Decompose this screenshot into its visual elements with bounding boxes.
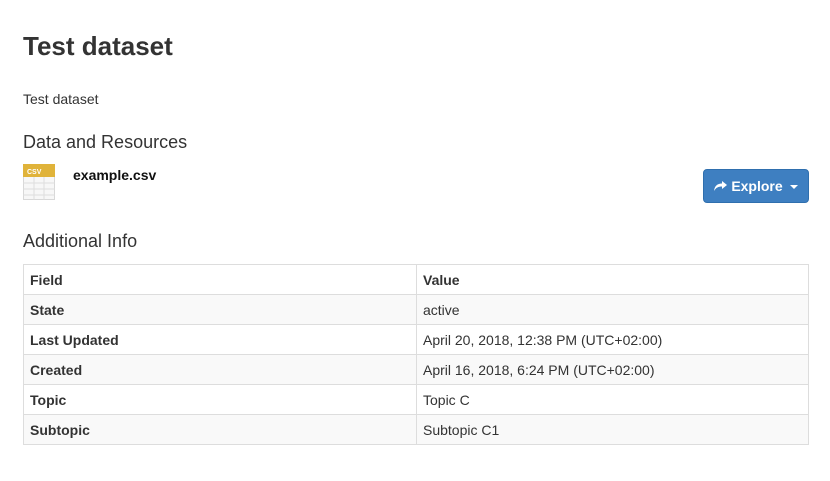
field-cell: Created — [23, 354, 417, 385]
csv-file-icon: CSV — [23, 164, 55, 200]
explore-button[interactable]: Explore — [703, 169, 809, 203]
value-cell: April 16, 2018, 6:24 PM (UTC+02:00) — [416, 354, 809, 385]
dataset-notes: Test dataset — [23, 91, 99, 107]
field-cell: Subtopic — [23, 414, 417, 445]
additional-info-heading: Additional Info — [23, 231, 138, 251]
column-header-field: Field — [23, 264, 417, 295]
format-label: CSV — [27, 169, 42, 176]
field-cell: Last Updated — [23, 324, 417, 355]
table-row: Created April 16, 2018, 6:24 PM (UTC+02:… — [23, 354, 809, 385]
table-row: State active — [23, 294, 809, 325]
field-cell: Topic — [23, 384, 417, 415]
resource-title-link[interactable]: example.csv — [73, 166, 156, 184]
table-row: Topic Topic C — [23, 384, 809, 415]
value-cell: April 20, 2018, 12:38 PM (UTC+02:00) — [416, 324, 809, 355]
value-cell: Topic C — [416, 384, 809, 415]
field-cell: State — [23, 294, 417, 325]
value-cell: Subtopic C1 — [416, 414, 809, 445]
page-title: Test dataset — [23, 31, 173, 61]
value-cell: active — [416, 294, 809, 325]
table-row: Last Updated April 20, 2018, 12:38 PM (U… — [23, 324, 809, 355]
resources-heading: Data and Resources — [23, 132, 188, 152]
explore-label: Explore — [731, 178, 783, 194]
additional-info-table: Field Value State active Last Updated Ap… — [23, 264, 809, 445]
table-row: Subtopic Subtopic C1 — [23, 414, 809, 445]
resource-item: CSV example.csv Explore — [23, 162, 809, 206]
table-header-row: Field Value — [23, 264, 809, 295]
column-header-value: Value — [416, 264, 809, 295]
caret-down-icon — [789, 185, 798, 189]
share-arrow-icon — [714, 180, 728, 192]
